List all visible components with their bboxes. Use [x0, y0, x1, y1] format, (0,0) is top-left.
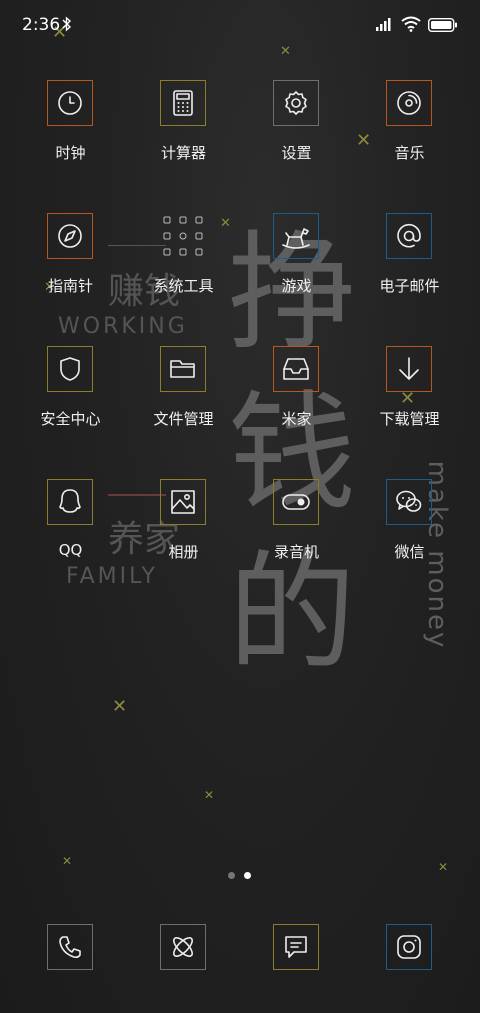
app-gallery[interactable]: 相册 [127, 479, 240, 589]
wechat-icon [395, 489, 423, 515]
app-calculator[interactable]: 计算器 [127, 80, 240, 190]
app-gear[interactable]: 设置 [240, 80, 353, 190]
app-icon-frame[interactable] [47, 479, 93, 525]
app-label: 计算器 [160, 144, 206, 162]
app-icon-frame[interactable] [386, 346, 432, 392]
compass-icon [57, 223, 83, 249]
app-icon-frame[interactable] [47, 213, 93, 259]
app-label: 时钟 [55, 144, 86, 162]
app-icon-frame[interactable] [386, 479, 432, 525]
app-label: 音乐 [394, 144, 425, 162]
orbit-browser-icon [169, 933, 197, 961]
status-time: 2:36 [22, 15, 61, 35]
app-at-sign[interactable]: 电子邮件 [353, 213, 466, 323]
battery-icon [428, 18, 458, 32]
app-label: 文件管理 [153, 410, 214, 428]
gallery-icon [170, 489, 196, 515]
qq-penguin-icon [58, 488, 82, 516]
status-bar: 2:36 [0, 0, 480, 52]
x-mark-icon: ✕ [62, 854, 73, 868]
app-icon-frame[interactable] [160, 80, 206, 126]
app-label: QQ [58, 541, 83, 559]
page-indicator[interactable] [228, 872, 254, 880]
camera-icon [396, 934, 422, 960]
app-label: 电子邮件 [379, 277, 440, 295]
app-icon-frame[interactable] [273, 80, 319, 126]
bluetooth-icon [62, 16, 72, 32]
at-sign-icon [396, 223, 422, 249]
x-mark-icon: ✕ [204, 788, 215, 802]
calculator-icon [172, 90, 194, 116]
music-disc-icon [396, 90, 422, 116]
app-qq-penguin[interactable]: QQ [14, 479, 127, 589]
app-inbox[interactable]: 米家 [240, 346, 353, 456]
app-icon-frame[interactable] [160, 479, 206, 525]
x-mark-icon: ✕ [438, 860, 449, 874]
app-label: 设置 [281, 144, 312, 162]
app-icon-frame[interactable] [47, 346, 93, 392]
rocking-horse-icon [281, 223, 311, 249]
app-wechat[interactable]: 微信 [353, 479, 466, 589]
app-icon-frame[interactable] [273, 213, 319, 259]
app-icon-frame[interactable] [273, 346, 319, 392]
page-dot-active[interactable] [244, 872, 251, 879]
app-icon-frame[interactable] [386, 80, 432, 126]
message-icon [283, 934, 309, 960]
gear-icon [283, 90, 309, 116]
app-label: 系统工具 [153, 277, 214, 295]
app-icon-frame[interactable] [160, 346, 206, 392]
shield-icon [58, 356, 82, 382]
clock-icon [57, 90, 83, 116]
page-dot[interactable] [228, 872, 235, 879]
app-label: 游戏 [281, 277, 312, 295]
app-label: 微信 [394, 543, 425, 561]
app-label: 米家 [281, 410, 312, 428]
app-tools-grid[interactable]: 系统工具 [127, 213, 240, 323]
dock [0, 924, 480, 974]
inbox-icon [282, 356, 310, 382]
dock-camera-button[interactable] [386, 924, 432, 970]
folder-icon [169, 357, 197, 381]
app-shield[interactable]: 安全中心 [14, 346, 127, 456]
signal-icon [376, 17, 394, 31]
phone-icon [57, 934, 83, 960]
dock-message-button[interactable] [273, 924, 319, 970]
app-label: 相册 [168, 543, 199, 561]
app-label: 指南针 [47, 277, 93, 295]
app-download-arrow[interactable]: 下载管理 [353, 346, 466, 456]
app-clock[interactable]: 时钟 [14, 80, 127, 190]
app-icon-frame[interactable] [273, 479, 319, 525]
dock-phone-button[interactable] [47, 924, 93, 970]
tools-grid-icon [160, 213, 206, 259]
app-folder[interactable]: 文件管理 [127, 346, 240, 456]
app-compass[interactable]: 指南针 [14, 213, 127, 323]
app-icon-frame[interactable] [386, 213, 432, 259]
app-label: 安全中心 [40, 410, 101, 428]
toggle-switch-icon [282, 494, 310, 510]
app-icon-frame[interactable] [47, 80, 93, 126]
app-rocking-horse[interactable]: 游戏 [240, 213, 353, 323]
x-mark-icon: ✕ [112, 696, 128, 717]
app-label: 下载管理 [379, 410, 440, 428]
dock-orbit-browser-button[interactable] [160, 924, 206, 970]
app-music-disc[interactable]: 音乐 [353, 80, 466, 190]
download-arrow-icon [397, 356, 421, 382]
wifi-icon [401, 16, 421, 32]
app-label: 录音机 [273, 543, 319, 561]
app-icon-frame[interactable] [160, 213, 206, 259]
app-toggle-switch[interactable]: 录音机 [240, 479, 353, 589]
